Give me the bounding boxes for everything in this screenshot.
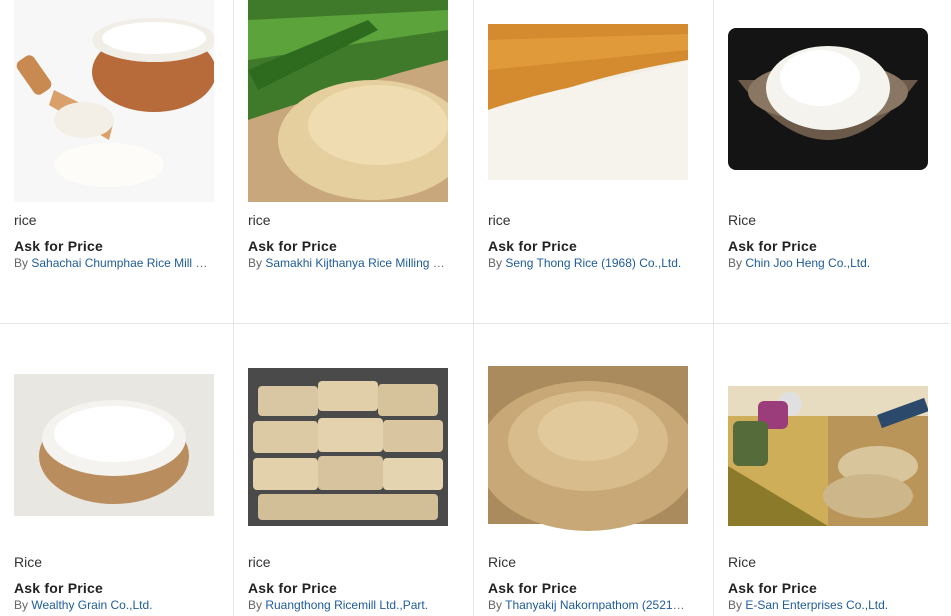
seller-link[interactable]: Samakhi Kijthanya Rice Milling Co.,Ltd. [265, 256, 448, 270]
seller-line: By Samakhi Kijthanya Rice Milling Co.,Lt… [248, 256, 448, 270]
seller-line: By E-San Enterprises Co.,Ltd. [728, 598, 928, 612]
seller-link[interactable]: Ruangthong Ricemill Ltd.,Part. [265, 598, 428, 612]
product-name[interactable]: Rice [728, 212, 756, 228]
product-card[interactable]: rice Ask for Price By Seng Thong Rice (1… [474, 0, 714, 324]
seller-link[interactable]: Chin Joo Heng Co.,Ltd. [745, 256, 870, 270]
seller-line: By Wealthy Grain Co.,Ltd. [14, 598, 214, 612]
seller-link[interactable]: Wealthy Grain Co.,Ltd. [31, 598, 152, 612]
ask-for-price[interactable]: Ask for Price [14, 238, 103, 254]
by-label: By [488, 256, 506, 270]
product-image[interactable] [14, 346, 214, 546]
product-name[interactable]: rice [488, 212, 511, 228]
seller-link[interactable]: Seng Thong Rice (1968) Co.,Ltd. [505, 256, 681, 270]
ask-for-price[interactable]: Ask for Price [14, 580, 103, 596]
seller-link[interactable]: E-San Enterprises Co.,Ltd. [745, 598, 888, 612]
product-image[interactable] [248, 0, 448, 202]
by-label: By [14, 598, 32, 612]
ask-for-price[interactable]: Ask for Price [488, 238, 577, 254]
ask-for-price[interactable]: Ask for Price [248, 238, 337, 254]
seller-link[interactable]: Sahachai Chumphae Rice Mill Co.,Ltd. [31, 256, 214, 270]
seller-line: By Thanyakij Nakornpathom (2521) Co.,Ltd… [488, 598, 688, 612]
product-image[interactable] [488, 346, 688, 546]
seller-line: By Seng Thong Rice (1968) Co.,Ltd. [488, 256, 688, 270]
ask-for-price[interactable]: Ask for Price [728, 580, 817, 596]
by-label: By [728, 256, 746, 270]
product-image[interactable] [728, 346, 928, 546]
ask-for-price[interactable]: Ask for Price [728, 238, 817, 254]
ask-for-price[interactable]: Ask for Price [248, 580, 337, 596]
product-name[interactable]: rice [248, 212, 271, 228]
product-card[interactable]: Rice Ask for Price By Chin Joo Heng Co.,… [714, 0, 950, 324]
by-label: By [248, 598, 266, 612]
product-image[interactable] [728, 0, 928, 202]
product-name[interactable]: Rice [488, 554, 516, 570]
product-grid: rice Ask for Price By Sahachai Chumphae … [0, 0, 951, 616]
seller-link[interactable]: Thanyakij Nakornpathom (2521) Co.,Ltd. [505, 598, 688, 612]
product-image[interactable] [14, 0, 214, 202]
product-card[interactable]: Rice Ask for Price By Thanyakij Nakornpa… [474, 324, 714, 616]
product-card[interactable]: Rice Ask for Price By Wealthy Grain Co.,… [0, 324, 234, 616]
product-image[interactable] [488, 0, 688, 202]
ask-for-price[interactable]: Ask for Price [488, 580, 577, 596]
seller-line: By Ruangthong Ricemill Ltd.,Part. [248, 598, 448, 612]
product-card[interactable]: Rice Ask for Price By E-San Enterprises … [714, 324, 950, 616]
product-name[interactable]: rice [248, 554, 271, 570]
product-name[interactable]: Rice [14, 554, 42, 570]
by-label: By [488, 598, 506, 612]
product-image[interactable] [248, 346, 448, 546]
product-card[interactable]: rice Ask for Price By Sahachai Chumphae … [0, 0, 234, 324]
product-name[interactable]: Rice [728, 554, 756, 570]
seller-line: By Sahachai Chumphae Rice Mill Co.,Ltd. [14, 256, 214, 270]
by-label: By [14, 256, 32, 270]
by-label: By [728, 598, 746, 612]
product-card[interactable]: rice Ask for Price By Samakhi Kijthanya … [234, 0, 474, 324]
product-name[interactable]: rice [14, 212, 37, 228]
seller-line: By Chin Joo Heng Co.,Ltd. [728, 256, 928, 270]
by-label: By [248, 256, 266, 270]
product-card[interactable]: rice Ask for Price By Ruangthong Ricemil… [234, 324, 474, 616]
